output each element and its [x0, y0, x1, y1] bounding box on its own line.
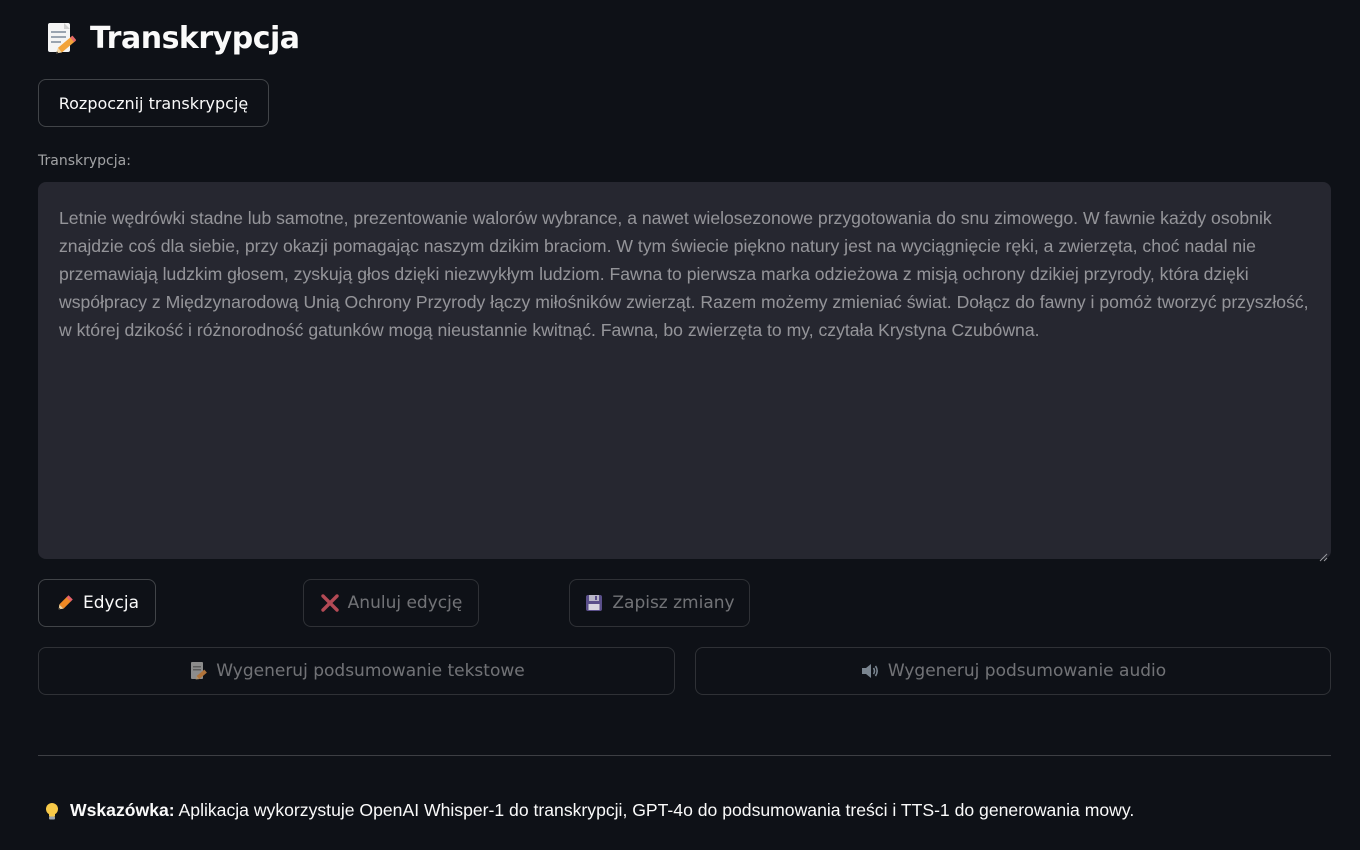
page-title: Transkrypcja	[90, 20, 300, 56]
divider	[38, 755, 1331, 756]
floppy-disk-icon	[584, 593, 604, 613]
cancel-edit-label: Anuluj edycję	[347, 593, 463, 613]
transcription-text: Letnie wędrówki stadne lub samotne, prez…	[59, 208, 1309, 340]
resize-handle-icon[interactable]	[1319, 547, 1328, 562]
start-transcription-button[interactable]: Rozpocznij transkrypcję	[38, 79, 269, 127]
page-header: Transkrypcja	[46, 18, 300, 58]
start-transcription-label: Rozpocznij transkrypcję	[58, 93, 249, 113]
tip-message: Wskazówka: Aplikacja wykorzystuje OpenAI…	[42, 800, 1134, 821]
edit-button-label: Edycja	[82, 593, 140, 613]
save-changes-label: Zapisz zmiany	[612, 593, 735, 613]
memo-pencil-icon	[46, 20, 77, 56]
generate-audio-summary-button[interactable]: Wygeneruj podsumowanie audio	[695, 647, 1331, 695]
audio-summary-label: Wygeneruj podsumowanie audio	[887, 661, 1167, 681]
cross-mark-icon	[320, 593, 340, 613]
tip-text: Aplikacja wykorzystuje OpenAI Whisper-1 …	[178, 800, 1135, 820]
transcription-label: Transkrypcja:	[38, 153, 131, 169]
pencil-icon	[55, 593, 75, 613]
generate-text-summary-button[interactable]: Wygeneruj podsumowanie tekstowe	[38, 647, 675, 695]
speaker-icon	[860, 661, 880, 681]
light-bulb-icon	[42, 801, 62, 821]
transcription-textarea[interactable]: Letnie wędrówki stadne lub samotne, prez…	[38, 182, 1331, 562]
app-page: Transkrypcja Rozpocznij transkrypcję Tra…	[0, 0, 1360, 850]
tip-heading: Wskazówka:	[70, 800, 175, 820]
text-summary-label: Wygeneruj podsumowanie tekstowe	[216, 661, 525, 681]
cancel-edit-button[interactable]: Anuluj edycję	[303, 579, 479, 627]
save-changes-button[interactable]: Zapisz zmiany	[569, 579, 750, 627]
memo-icon	[188, 661, 208, 681]
edit-button[interactable]: Edycja	[38, 579, 156, 627]
